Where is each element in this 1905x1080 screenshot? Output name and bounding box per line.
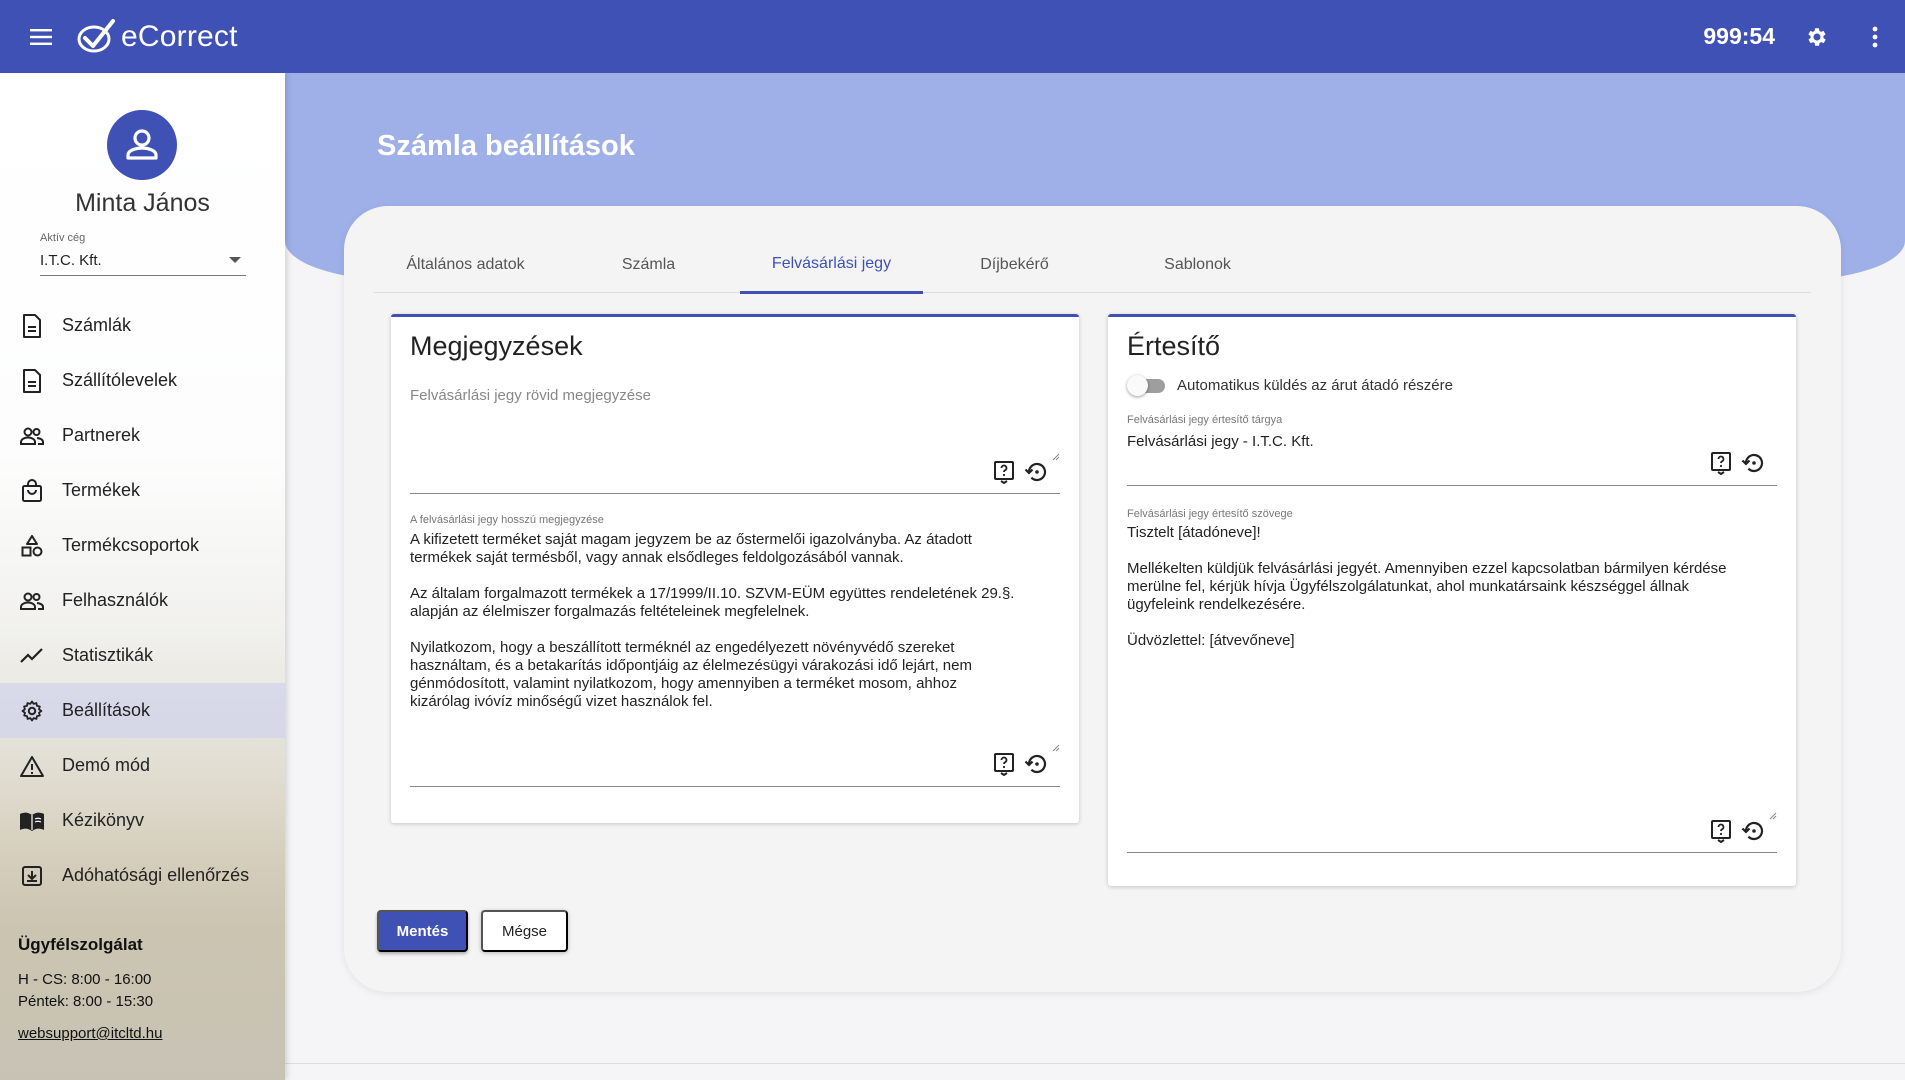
auto-send-toggle[interactable] — [1127, 374, 1167, 396]
sidebar-item-label: Demó mód — [62, 755, 151, 775]
resize-handle-icon[interactable] — [1769, 812, 1777, 820]
short-note-placeholder: Felvásárlási jegy rövid megjegyzése — [410, 387, 651, 404]
footer-divider — [285, 1063, 1905, 1064]
notification-subject-value: Felvásárlási jegy - I.T.C. Kft. — [1127, 433, 1314, 450]
menu-icon[interactable] — [21, 17, 61, 57]
tab-dijbekero[interactable]: Díjbekérő — [923, 236, 1106, 293]
download-box-icon — [18, 862, 46, 890]
help-icon[interactable] — [992, 460, 1016, 484]
warning-icon — [18, 752, 46, 780]
tab-altalanos-adatok[interactable]: Általános adatok — [374, 236, 557, 293]
sidebar-item-label: Adóhatósági ellenőrzés — [62, 865, 250, 885]
sidebar-item-statisztikak[interactable]: Statisztikák — [0, 628, 285, 683]
sidebar-item-label: Termékcsoportok — [62, 535, 200, 555]
auto-send-toggle-row: Automatikus küldés az árut átadó részére — [1127, 374, 1453, 396]
restore-icon[interactable] — [1024, 460, 1048, 484]
settings-card: Általános adatok Számla Felvásárlási jeg… — [344, 206, 1841, 992]
sidebar-item-label: Számlák — [62, 315, 132, 335]
sidebar-item-label: Statisztikák — [62, 645, 154, 665]
bag-icon — [18, 477, 46, 505]
notes-panel: Megjegyzések Felvásárlási jegy rövid meg… — [391, 314, 1079, 823]
sidebar-item-beallitasok[interactable]: Beállítások — [0, 683, 285, 738]
help-icon[interactable] — [992, 752, 1016, 776]
app-name: eCorrect — [121, 19, 238, 53]
support-hours-friday: Péntek: 8:00 - 15:30 — [18, 993, 154, 1010]
trending-icon — [18, 642, 46, 670]
chevron-down-icon — [229, 257, 241, 263]
restore-icon[interactable] — [1741, 451, 1765, 475]
tab-sablonok[interactable]: Sablonok — [1106, 236, 1289, 293]
sidebar: Minta János Aktív cég I.T.C. Kft. Számlá… — [0, 73, 285, 1080]
company-select-value: I.T.C. Kft. — [40, 251, 102, 269]
help-icon[interactable] — [1709, 451, 1733, 475]
company-select[interactable]: I.T.C. Kft. — [40, 245, 246, 276]
document-icon — [18, 367, 46, 395]
tab-felvasarlasi-jegy[interactable]: Felvásárlási jegy — [740, 236, 923, 294]
session-timer: 999:54 — [1703, 23, 1775, 49]
notification-panel-title: Értesítő — [1127, 331, 1221, 361]
short-note-textarea[interactable]: Felvásárlási jegy rövid megjegyzése — [410, 387, 1060, 494]
notification-panel: Értesítő Automatikus küldés az árut átad… — [1108, 314, 1796, 886]
notification-body-label: Felvásárlási jegy értesítő szövege — [1127, 508, 1293, 520]
settings-gear-icon[interactable] — [1797, 17, 1837, 57]
notification-subject-label: Felvásárlási jegy értesítő tárgya — [1127, 414, 1283, 426]
resize-handle-icon[interactable] — [1052, 744, 1060, 752]
long-note-textarea[interactable]: A felvásárlási jegy hosszú megjegyzése A… — [410, 514, 1060, 787]
sidebar-item-termekek[interactable]: Termékek — [0, 463, 285, 518]
app-logo[interactable]: eCorrect — [75, 17, 238, 57]
sidebar-item-label: Szállítólevelek — [62, 370, 178, 390]
sidebar-item-szamlak[interactable]: Számlák — [0, 298, 285, 353]
book-icon — [18, 807, 46, 835]
gear-icon — [18, 697, 46, 725]
sidebar-item-demo-mod[interactable]: Demó mód — [0, 738, 285, 793]
sidebar-item-szallitolevelek[interactable]: Szállítólevelek — [0, 353, 285, 408]
sidebar-item-label: Beállítások — [62, 700, 151, 720]
people-icon — [18, 422, 46, 450]
sidebar-item-felhasznalok[interactable]: Felhasználók — [0, 573, 285, 628]
person-icon — [126, 129, 158, 160]
save-button[interactable]: Mentés — [377, 910, 468, 952]
help-icon[interactable] — [1709, 819, 1733, 843]
document-icon — [18, 312, 46, 340]
sidebar-item-label: Felhasználók — [62, 590, 169, 610]
sidebar-item-kezikonyv[interactable]: Kézikönyv — [0, 793, 285, 848]
support-info: Ügyfélszolgálat H - CS: 8:00 - 16:00 Pén… — [18, 935, 162, 1043]
more-vert-icon[interactable] — [1855, 17, 1895, 57]
company-select-label: Aktív cég — [40, 232, 86, 244]
sidebar-item-label: Partnerek — [62, 425, 141, 445]
restore-icon[interactable] — [1024, 752, 1048, 776]
restore-icon[interactable] — [1741, 819, 1765, 843]
resize-handle-icon[interactable] — [1052, 453, 1060, 461]
support-email-link[interactable]: websupport@itcltd.hu — [18, 1025, 162, 1042]
notification-subject-input[interactable]: Felvásárlási jegy értesítő tárgya Felvás… — [1127, 414, 1777, 486]
support-hours-weekdays: H - CS: 8:00 - 16:00 — [18, 971, 152, 988]
notes-panel-title: Megjegyzések — [410, 331, 583, 361]
user-name: Minta János — [75, 189, 210, 217]
sidebar-nav: Számlák Szállítólevelek Partnerek Termék… — [0, 298, 285, 903]
support-title: Ügyfélszolgálat — [18, 935, 143, 954]
notification-body-textarea[interactable]: Felvásárlási jegy értesítő szövege Tiszt… — [1127, 508, 1777, 853]
long-note-value: A kifizetett terméket saját magam jegyze… — [410, 531, 1015, 710]
avatar[interactable] — [107, 110, 177, 180]
page-title: Számla beállítások — [377, 130, 635, 162]
tab-bar: Általános adatok Számla Felvásárlási jeg… — [374, 236, 1811, 294]
logo-check-icon — [77, 18, 115, 52]
category-icon — [18, 532, 46, 560]
sidebar-item-partnerek[interactable]: Partnerek — [0, 408, 285, 463]
cancel-button[interactable]: Mégse — [481, 910, 568, 952]
sidebar-item-termekcsoportok[interactable]: Termékcsoportok — [0, 518, 285, 573]
top-app-bar: eCorrect 999:54 — [0, 0, 1905, 73]
long-note-label: A felvásárlási jegy hosszú megjegyzése — [410, 514, 604, 526]
sidebar-item-label: Termékek — [62, 480, 141, 500]
people-icon — [18, 587, 46, 615]
sidebar-item-adohatosagi-ellenorzes[interactable]: Adóhatósági ellenőrzés — [0, 848, 285, 903]
auto-send-toggle-label: Automatikus küldés az árut átadó részére — [1177, 376, 1453, 394]
notification-body-value: Tisztelt [átadóneve]! Mellékelten küldjü… — [1127, 524, 1727, 649]
tab-szamla[interactable]: Számla — [557, 236, 740, 293]
sidebar-item-label: Kézikönyv — [62, 810, 145, 830]
